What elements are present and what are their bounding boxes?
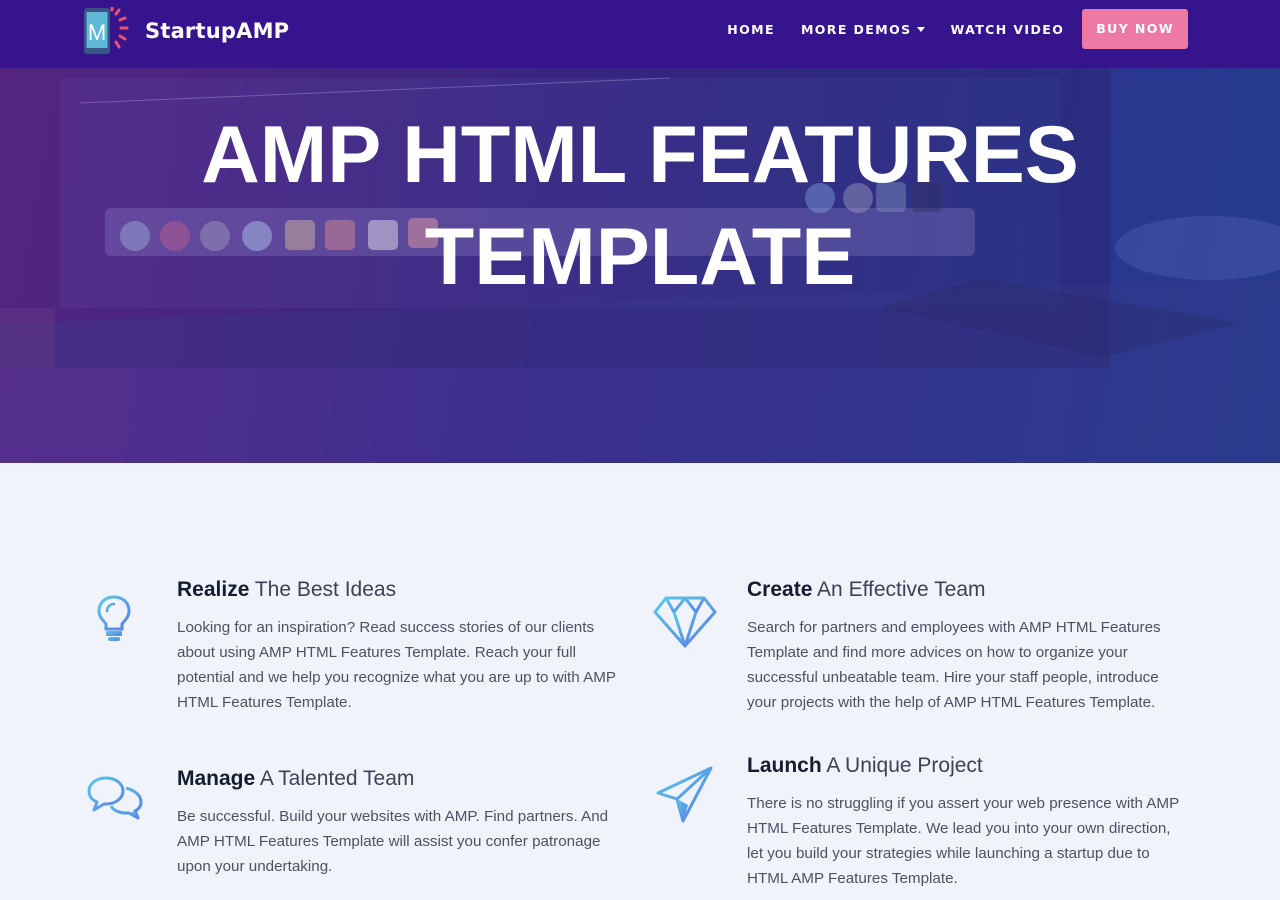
feature-manage: Manage A Talented Team Be successful. Bu…	[177, 765, 617, 879]
nav-more-demos-label: MORE DEMOS	[800, 21, 912, 37]
caret-down-icon	[916, 26, 925, 32]
feature-heading-bold: Realize	[177, 578, 250, 601]
lightbulb-icon	[96, 594, 132, 649]
nav-more-demos[interactable]: MORE DEMOS	[801, 22, 925, 37]
nav-watch-video[interactable]: WATCH VIDEO	[951, 22, 1065, 37]
feature-text: Looking for an inspiration? Read success…	[177, 619, 616, 711]
feature-heading-bold: Create	[747, 578, 813, 601]
feature-heading-rest: A Talented Team	[255, 767, 415, 790]
navbar: M StartupAMP HOME MORE DEMOS WATCH VIDEO…	[0, 0, 1280, 68]
hero: AMP HTML FEATURES TEMPLATE	[0, 68, 1280, 463]
feature-text: Search for partners and employees with A…	[747, 619, 1161, 711]
logo-icon: M	[82, 5, 130, 55]
nav-home[interactable]: HOME	[727, 22, 775, 37]
feature-heading: Manage A Talented Team	[177, 765, 617, 793]
hero-title: AMP HTML FEATURES TEMPLATE	[0, 104, 1280, 308]
nav-menu: HOME MORE DEMOS WATCH VIDEO BUY NOW	[701, 9, 1188, 49]
buy-now-button[interactable]: BUY NOW	[1082, 9, 1188, 49]
feature-text: Be successful. Build your websites with …	[177, 808, 609, 875]
feature-text: There is no struggling if you assert you…	[747, 795, 1179, 887]
feature-heading-bold: Manage	[177, 767, 256, 790]
feature-heading-rest: A Unique Project	[821, 754, 983, 777]
brand-name: StartupAMP	[145, 19, 290, 43]
feature-heading: Launch A Unique Project	[747, 752, 1187, 780]
hero-title-line-2: TEMPLATE	[424, 212, 856, 302]
feature-heading-rest: An Effective Team	[812, 578, 986, 601]
logo-letter: M	[88, 20, 106, 45]
feature-heading-rest: The Best Ideas	[249, 578, 397, 601]
chat-bubbles-icon	[86, 774, 144, 825]
features-section: Realize The Best Ideas Looking for an in…	[0, 463, 1280, 900]
paper-plane-icon	[655, 765, 715, 830]
brand[interactable]: M StartupAMP	[82, 5, 290, 56]
feature-heading: Realize The Best Ideas	[177, 576, 617, 604]
feature-launch: Launch A Unique Project There is no stru…	[747, 752, 1187, 891]
feature-realize: Realize The Best Ideas Looking for an in…	[177, 576, 617, 715]
feature-heading-bold: Launch	[747, 754, 822, 777]
diamond-icon	[652, 595, 718, 654]
feature-create: Create An Effective Team Search for part…	[747, 576, 1187, 715]
hero-title-line-1: AMP HTML FEATURES	[201, 110, 1079, 200]
feature-heading: Create An Effective Team	[747, 576, 1187, 604]
